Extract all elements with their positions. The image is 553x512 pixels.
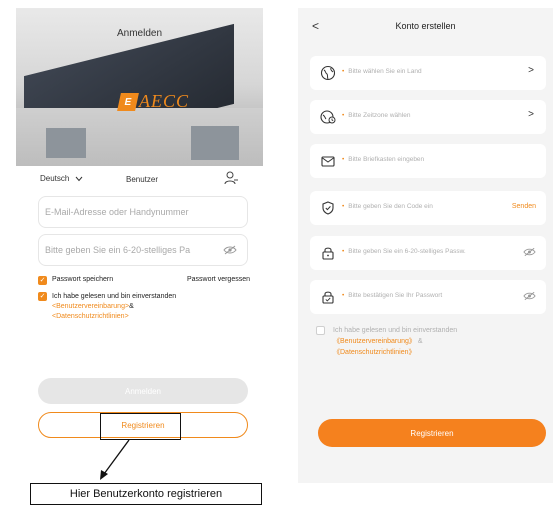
email-field[interactable]: • Bitte Briefkasten eingeben xyxy=(310,144,546,178)
timezone-select[interactable]: • Bitte Zeitzone wählen > xyxy=(310,100,546,134)
annotation-label: Hier Benutzerkonto registrieren xyxy=(30,483,262,505)
lock-icon xyxy=(322,247,334,260)
forgot-password-link[interactable]: Passwort vergessen xyxy=(187,276,250,283)
send-code-button[interactable]: Senden xyxy=(512,203,536,210)
password-placeholder: Bitte geben Sie ein 6-20-stelliges Passw… xyxy=(348,248,466,255)
confirm-password-field[interactable]: • Bitte bestätigen Sie Ihr Passwort xyxy=(310,280,546,314)
agreement-text: Ich habe gelesen und bin einverstanden 《… xyxy=(333,325,457,358)
agreement-row: ✓ Ich habe gelesen und bin einverstanden… xyxy=(38,292,176,322)
eye-off-icon[interactable] xyxy=(523,247,536,257)
annotation-highlight-box xyxy=(100,413,181,440)
user-agreement-link[interactable]: 《Benutzervereinbarung》 xyxy=(333,338,416,345)
row-text: • Bitte geben Sie ein 6-20-stelliges Pass… xyxy=(342,248,466,255)
language-selector[interactable]: Deutsch xyxy=(40,174,83,183)
email-placeholder: Bitte Briefkasten eingeben xyxy=(348,156,425,163)
agreement-text: Ich habe gelesen und bin einverstanden <… xyxy=(52,292,176,322)
hero-banner: Anmelden E AECC xyxy=(16,8,263,178)
ampersand: & xyxy=(417,338,423,345)
agreement-label: Ich habe gelesen und bin einverstanden xyxy=(52,293,177,300)
language-label: Deutsch xyxy=(40,174,70,183)
ampersand: & xyxy=(129,303,134,310)
agreement-checkbox[interactable]: ✓ xyxy=(38,292,47,301)
agreement-links: <Benutzervereinbarung>& xyxy=(52,302,176,312)
row-text: • Bitte wählen Sie ein Land xyxy=(342,68,422,75)
page-title: Konto erstellen xyxy=(395,21,456,31)
save-password-label: Passwort speichern xyxy=(52,276,114,283)
timezone-icon xyxy=(320,110,336,124)
login-button[interactable]: Anmelden xyxy=(38,378,248,404)
lock-check-icon xyxy=(322,291,334,304)
privacy-policy-link[interactable]: <Datenschutzrichtlinien> xyxy=(52,312,176,322)
password-input[interactable]: Bitte geben Sie ein 6-20-stelliges Pa xyxy=(38,234,248,266)
privacy-policy-link[interactable]: 《Datenschutzrichtlinien》 xyxy=(333,347,457,358)
chevron-right-icon: > xyxy=(528,65,534,76)
timezone-placeholder: Bitte Zeitzone wählen xyxy=(348,112,411,119)
mail-icon xyxy=(321,156,335,167)
agreement-label: Ich habe gelesen und bin einverstanden xyxy=(333,327,458,334)
house-window xyxy=(46,128,86,158)
register-submit-button[interactable]: Registrieren xyxy=(318,419,546,447)
password-field[interactable]: • Bitte geben Sie ein 6-20-stelliges Pass… xyxy=(310,236,546,270)
register-screen: < Konto erstellen • Bitte wählen Sie ein … xyxy=(298,8,553,483)
code-placeholder: Bitte geben Sie den Code ein xyxy=(348,203,433,210)
eye-off-icon[interactable] xyxy=(223,245,237,255)
email-placeholder: E-Mail-Adresse oder Handynummer xyxy=(45,207,189,217)
save-password-row: ✓ Passwort speichern Passwort vergessen xyxy=(38,276,250,285)
row-text: • Bitte Briefkasten eingeben xyxy=(342,156,425,163)
chevron-down-icon xyxy=(75,176,83,181)
tab-user[interactable]: Benutzer xyxy=(126,175,158,184)
confirm-password-placeholder: Bitte bestätigen Sie Ihr Passwort xyxy=(348,292,443,299)
globe-icon xyxy=(320,65,336,81)
save-password-checkbox[interactable]: ✓ xyxy=(38,276,47,285)
agreement-links: 《Benutzervereinbarung》 & xyxy=(333,336,457,347)
logo-text: AECC xyxy=(139,91,190,111)
code-field[interactable]: • Bitte geben Sie den Code ein Senden xyxy=(310,191,546,225)
screenshot-stage: Anmelden E AECC Deutsch Benutzer E-Mail-… xyxy=(0,0,553,512)
row-text: • Bitte Zeitzone wählen xyxy=(342,112,411,119)
page-title: Anmelden xyxy=(116,28,163,39)
user-switch-icon[interactable] xyxy=(223,170,239,186)
language-row: Deutsch Benutzer xyxy=(16,166,263,194)
house-window xyxy=(191,126,239,160)
agreement-checkbox[interactable] xyxy=(316,326,325,335)
password-placeholder: Bitte geben Sie ein 6-20-stelliges Pa xyxy=(45,245,191,255)
brand-logo: E AECC xyxy=(117,91,190,112)
country-select[interactable]: • Bitte wählen Sie ein Land > xyxy=(310,56,546,90)
login-screen: Anmelden E AECC Deutsch Benutzer E-Mail-… xyxy=(16,8,263,483)
logo-mark: E xyxy=(117,92,139,111)
eye-off-icon[interactable] xyxy=(523,291,536,301)
email-input[interactable]: E-Mail-Adresse oder Handynummer xyxy=(38,196,248,228)
shield-icon xyxy=(322,201,334,215)
agreement-row: Ich habe gelesen und bin einverstanden 《… xyxy=(316,325,457,358)
chevron-right-icon: > xyxy=(528,109,534,120)
row-text: • Bitte bestätigen Sie Ihr Passwort xyxy=(342,292,443,299)
row-text: • Bitte geben Sie den Code ein xyxy=(342,203,433,210)
user-agreement-link[interactable]: <Benutzervereinbarung> xyxy=(52,303,129,310)
country-placeholder: Bitte wählen Sie ein Land xyxy=(348,68,422,75)
